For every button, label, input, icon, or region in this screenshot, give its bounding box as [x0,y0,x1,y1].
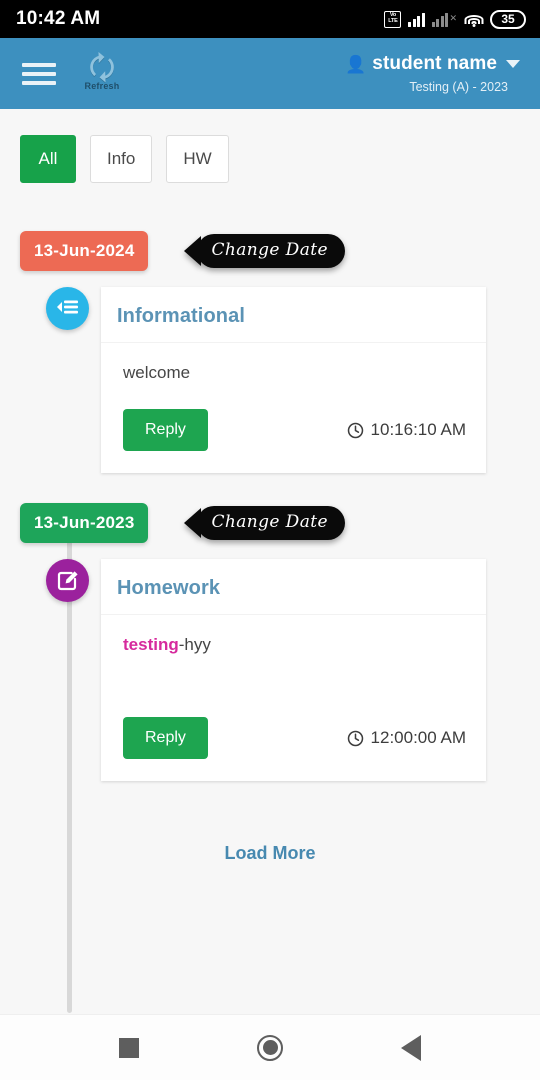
status-bar-icons: Vo LTE ✕ 35 [384,9,526,29]
card-footer: Reply 12:00:00 AM [101,707,486,781]
user-avatar-icon: 👤 [345,54,367,74]
filter-tab-info[interactable]: Info [90,135,153,183]
change-date-label: Change Date [197,234,345,268]
header-left-group: 🗘 Refresh [20,52,124,92]
card-message-text: welcome [123,363,191,382]
card-time-label: 12:00:00 AM [370,728,466,747]
wifi-icon [464,12,483,27]
timeline-entry-informational: Informational welcome Reply 10:16:10 AM [0,287,540,473]
signal-x-icon: ✕ [449,12,457,23]
volte-icon: Vo LTE [384,10,402,28]
reply-button[interactable]: Reply [123,409,208,451]
timeline-entry-homework: Homework testing-hyy Reply 12:00:00 AM [0,559,540,781]
main-content: All Info HW 13-Jun-2024 Change Date Info… [0,109,540,1014]
change-date-label: Change Date [197,506,345,540]
android-nav-bar [0,1014,540,1080]
card-title: Homework [117,577,221,599]
refresh-icon: 🗘 [88,52,116,85]
battery-icon: 35 [490,9,526,29]
change-date-button[interactable]: Change Date [184,234,345,268]
signal-bars-icon [408,12,425,27]
clock-icon [347,730,363,746]
card-header: Informational [101,287,486,343]
refresh-button[interactable]: 🗘 Refresh [80,52,124,92]
volte-line-2: LTE [388,18,398,24]
load-more-container: Load More [0,843,540,864]
timeline-card: Homework testing-hyy Reply 12:00:00 AM [101,559,486,781]
filter-tab-group: All Info HW [0,109,540,183]
card-header: Homework [101,559,486,615]
card-time-group: 12:00:00 AM [347,728,466,748]
card-time-label: 10:16:10 AM [370,420,466,439]
card-message: welcome [123,363,470,383]
hamburger-menu-icon[interactable] [20,59,58,89]
card-footer: Reply 10:16:10 AM [101,399,486,473]
card-time-group: 10:16:10 AM [347,420,466,440]
home-circle-icon[interactable] [257,1034,283,1061]
timeline-group-2: 13-Jun-2023 Change Date Homework testing… [0,503,540,781]
timeline-group-1: 13-Jun-2024 Change Date Informational we… [0,231,540,473]
card-body: welcome [101,343,486,399]
user-menu-button[interactable]: 👤 student name [345,53,520,75]
date-row-2: 13-Jun-2023 Change Date [0,503,540,543]
chevron-down-icon [506,60,520,68]
status-bar: 10:42 AM Vo LTE ✕ 35 [0,0,540,38]
card-message: testing-hyy [123,635,470,655]
timeline: 13-Jun-2024 Change Date Informational we… [0,231,540,1013]
header-right-group: 👤 student name Testing (A) - 2023 [345,53,524,94]
card-message-text: -hyy [178,635,211,654]
announcement-list-icon [46,287,89,330]
recents-square-icon[interactable] [119,1037,139,1058]
user-subtitle-label: Testing (A) - 2023 [409,80,508,94]
date-row-1: 13-Jun-2024 Change Date [0,231,540,271]
status-bar-clock: 10:42 AM [16,8,101,29]
reply-button[interactable]: Reply [123,717,208,759]
back-triangle-icon[interactable] [401,1034,421,1061]
card-title: Informational [117,305,245,327]
change-date-button[interactable]: Change Date [184,506,345,540]
user-name-label: student name [372,53,497,74]
app-header: 🗘 Refresh 👤 student name Testing (A) - 2… [0,38,540,109]
filter-tab-all[interactable]: All [20,135,76,183]
date-badge: 13-Jun-2023 [20,503,149,543]
card-body: testing-hyy [101,615,486,707]
filter-tab-hw[interactable]: HW [166,135,229,183]
edit-pencil-icon [46,559,89,602]
timeline-card: Informational welcome Reply 10:16:10 AM [101,287,486,473]
refresh-button-label: Refresh [84,81,120,91]
clock-icon [347,422,363,438]
date-badge: 13-Jun-2024 [20,231,149,271]
signal-bars-secondary-icon: ✕ [431,12,457,27]
load-more-button[interactable]: Load More [224,843,315,863]
card-message-highlight: testing [123,635,179,654]
app-root: 10:42 AM Vo LTE ✕ 35 🗘 Refresh 👤 student… [0,0,540,1080]
